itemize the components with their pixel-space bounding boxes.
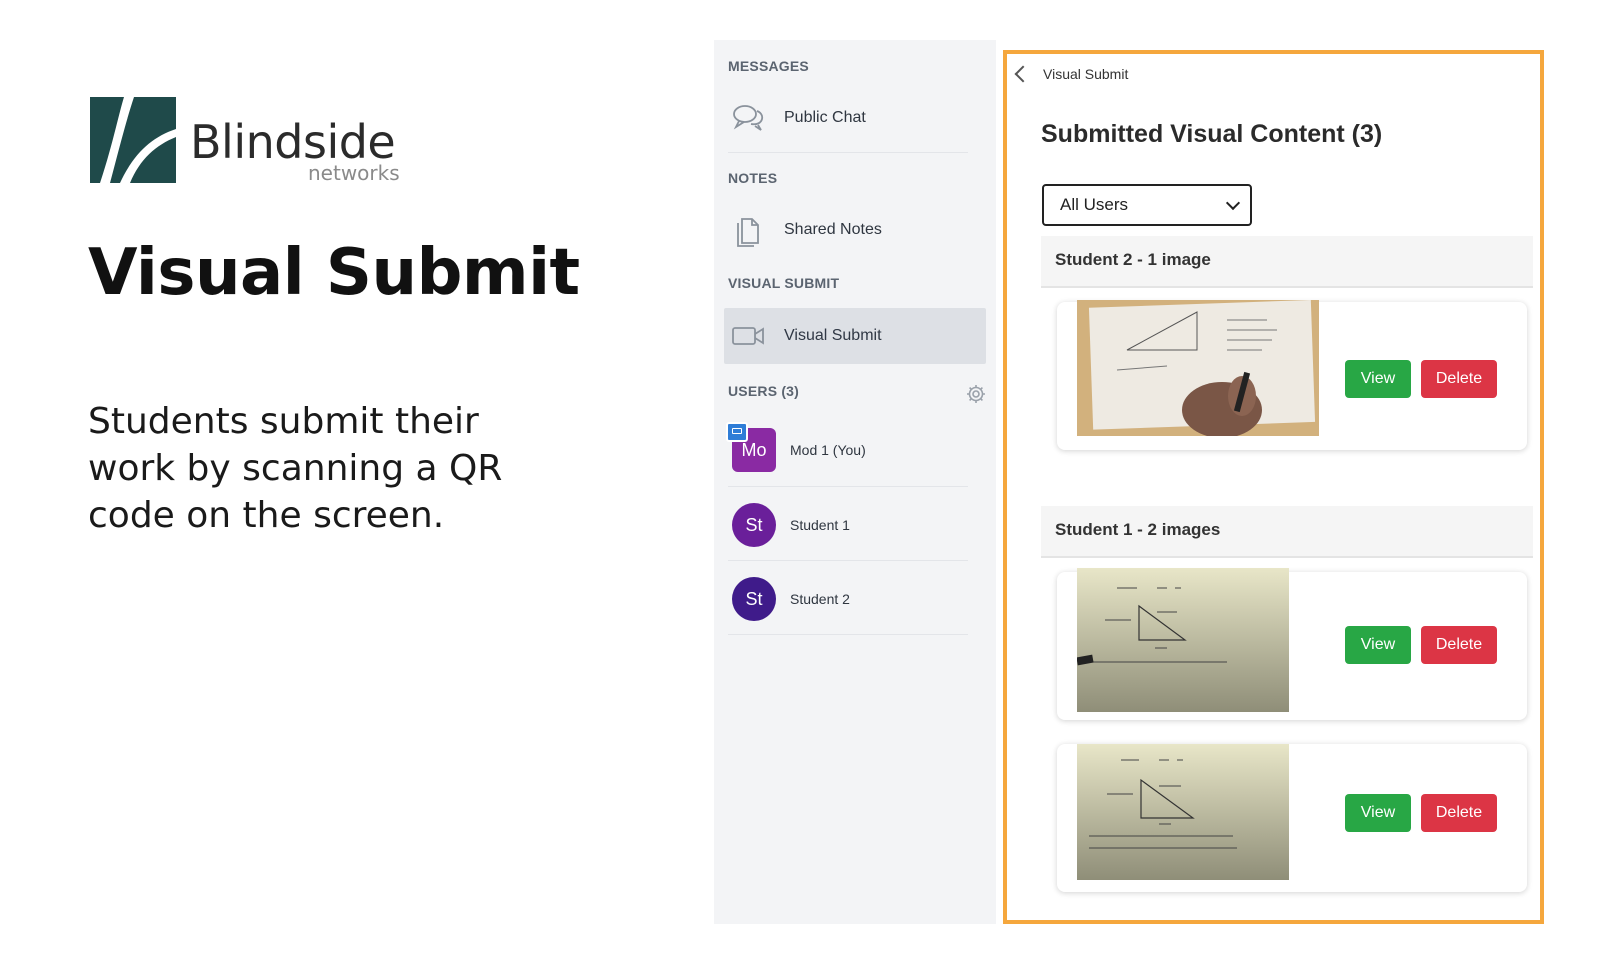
view-button[interactable]: View [1345, 794, 1411, 832]
submission-group-header: Student 2 - 1 image [1041, 236, 1533, 288]
chevron-down-icon [1225, 195, 1241, 211]
user-name: Student 1 [790, 517, 850, 533]
divider [728, 560, 968, 561]
submission-thumbnail[interactable] [1077, 744, 1289, 880]
public-chat-label: Public Chat [784, 109, 866, 126]
chat-icon [728, 100, 768, 136]
gear-icon[interactable] [966, 384, 986, 404]
promo-description: Students submit their work by scanning a… [88, 401, 503, 536]
users-section-label: USERS (3) [728, 383, 800, 399]
user-filter-select[interactable]: All Users [1042, 184, 1252, 226]
promo-title: Visual Submit [88, 236, 580, 310]
panel-title: Submitted Visual Content (3) [1041, 120, 1383, 148]
back-button[interactable]: Visual Submit [1014, 65, 1129, 83]
divider [728, 486, 968, 487]
divider [728, 634, 968, 635]
submission-group-header: Student 1 - 2 images [1041, 506, 1533, 558]
group-header-label: Student 1 - 2 images [1055, 520, 1221, 539]
messages-section-label: MESSAGES [728, 58, 809, 74]
shared-notes-label: Shared Notes [784, 221, 882, 238]
delete-button[interactable]: Delete [1421, 794, 1497, 832]
filter-value: All Users [1060, 195, 1129, 214]
submission-card: View Delete [1057, 568, 1527, 720]
avatar-initials: Mo [741, 439, 767, 460]
back-label: Visual Submit [1043, 66, 1129, 82]
visual-submit-label: Visual Submit [784, 327, 882, 344]
chevron-left-icon [1014, 65, 1032, 83]
view-button[interactable]: View [1345, 360, 1411, 398]
delete-button[interactable]: Delete [1421, 626, 1497, 664]
avatar-initials: St [745, 588, 763, 609]
avatar: Mo [726, 422, 776, 472]
submission-card: View Delete [1057, 744, 1527, 892]
notes-icon [728, 212, 768, 248]
submission-thumbnail[interactable] [1077, 300, 1319, 436]
avatar: St [732, 503, 776, 547]
view-button[interactable]: View [1345, 626, 1411, 664]
avatar-initials: St [745, 514, 763, 535]
logo-subtitle: networks [308, 161, 400, 185]
visual-submit-section-label: VISUAL SUBMIT [728, 275, 840, 291]
group-header-label: Student 2 - 1 image [1055, 250, 1211, 269]
video-camera-icon [728, 318, 768, 354]
user-name: Mod 1 (You) [790, 442, 866, 458]
user-list-item[interactable]: St Student 1 [732, 500, 982, 550]
delete-button[interactable]: Delete [1421, 360, 1497, 398]
notes-section-label: NOTES [728, 170, 778, 186]
blindside-logo: Blindside networks [90, 97, 420, 187]
user-list-item[interactable]: St Student 2 [732, 574, 982, 624]
avatar: St [732, 577, 776, 621]
user-name: Student 2 [790, 591, 850, 607]
submission-thumbnail[interactable] [1077, 568, 1289, 712]
user-list-item[interactable]: Mo Mod 1 (You) [726, 422, 982, 475]
sidebar-item-visual-submit[interactable]: Visual Submit [724, 308, 986, 364]
presenter-icon [726, 422, 748, 442]
visual-submit-panel: Visual Submit Submitted Visual Content (… [1003, 50, 1544, 924]
submission-card: View Delete [1057, 300, 1527, 450]
sidebar-item-public-chat[interactable]: Public Chat [724, 92, 986, 144]
divider [728, 152, 968, 153]
sidebar-item-shared-notes[interactable]: Shared Notes [724, 204, 986, 256]
logo-mark-icon [90, 97, 176, 183]
sidebar: MESSAGES Public Chat NOTES Shared Notes … [714, 40, 996, 924]
